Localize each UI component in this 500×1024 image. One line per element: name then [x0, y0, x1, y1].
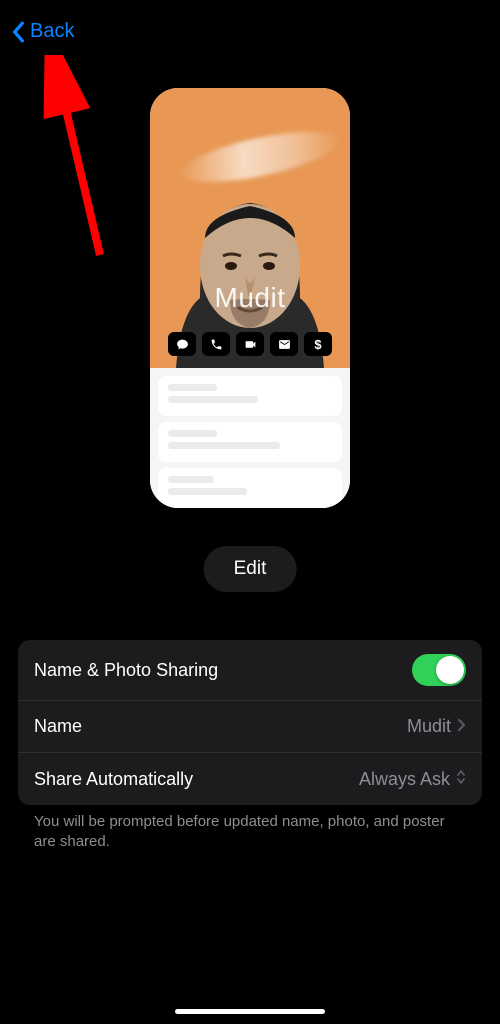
chevron-right-icon	[457, 716, 466, 737]
call-button[interactable]	[202, 332, 230, 356]
back-button[interactable]: Back	[10, 20, 74, 43]
message-button[interactable]	[168, 332, 196, 356]
dollar-icon: $	[314, 337, 321, 352]
row-name[interactable]: Name Mudit	[18, 701, 482, 753]
row-value: Mudit	[407, 716, 451, 737]
row-label: Name	[34, 716, 82, 737]
back-label: Back	[30, 20, 74, 43]
contact-card: Mudit $	[150, 88, 350, 508]
pay-button[interactable]: $	[304, 332, 332, 356]
row-share-automatically[interactable]: Share Automatically Always Ask	[18, 753, 482, 805]
mail-icon	[278, 338, 291, 351]
home-indicator[interactable]	[175, 1009, 325, 1014]
contact-poster: Mudit $	[150, 88, 350, 368]
mail-button[interactable]	[270, 332, 298, 356]
annotation-arrow	[30, 55, 130, 275]
placeholder-block	[158, 422, 342, 462]
row-label: Name & Photo Sharing	[34, 660, 218, 681]
row-name-photo-sharing: Name & Photo Sharing	[18, 640, 482, 701]
message-icon	[176, 338, 189, 351]
footer-note: You will be prompted before updated name…	[34, 812, 466, 853]
sharing-toggle[interactable]	[412, 654, 466, 686]
phone-icon	[210, 338, 223, 351]
settings-group: Name & Photo Sharing Name Mudit Share Au…	[18, 640, 482, 805]
placeholder-block	[158, 468, 342, 508]
video-icon	[244, 338, 257, 351]
contact-name: Mudit	[150, 282, 350, 314]
row-label: Share Automatically	[34, 769, 193, 790]
toggle-knob	[436, 656, 464, 684]
contact-info-placeholder	[150, 368, 350, 508]
edit-button[interactable]: Edit	[204, 546, 297, 592]
video-button[interactable]	[236, 332, 264, 356]
placeholder-block	[158, 376, 342, 416]
contact-action-row: $	[150, 332, 350, 356]
edit-label: Edit	[234, 558, 267, 579]
chevron-left-icon	[10, 21, 26, 43]
row-value: Always Ask	[359, 769, 450, 790]
up-down-icon	[456, 769, 466, 790]
